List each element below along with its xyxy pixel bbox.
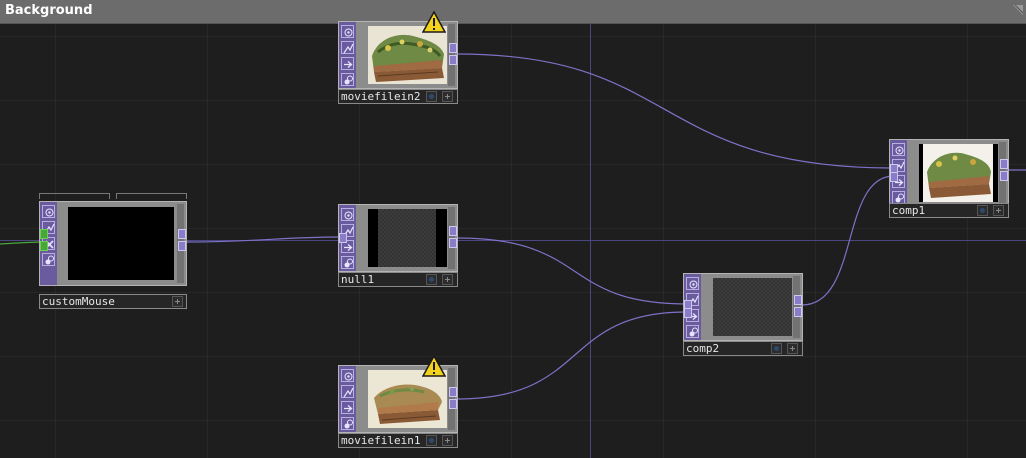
wire-comp2-to-comp1 — [801, 175, 895, 306]
output-port[interactable] — [178, 229, 186, 239]
warning-triangle-icon[interactable] — [422, 355, 446, 377]
node-name: comp2 — [686, 342, 720, 355]
node-name: null1 — [341, 273, 375, 286]
wire-moviefilein2-to-comp1 — [456, 53, 895, 169]
node-comp2[interactable]: comp2 — [683, 273, 803, 357]
output-port[interactable] — [449, 387, 457, 397]
wire-custommouse-to-null1 — [184, 236, 341, 243]
expand-plus-icon[interactable] — [787, 343, 798, 354]
node-icon-bar — [339, 22, 356, 88]
arrow-right-icon[interactable] — [341, 401, 354, 414]
network-editor[interactable]: Background moviefilein2 customMouse null… — [0, 0, 1026, 458]
node-name: moviefilein1 — [341, 434, 421, 447]
movie-thumbnail — [368, 370, 447, 428]
node-frame[interactable] — [683, 273, 803, 341]
arrow-right-icon[interactable] — [341, 57, 354, 70]
output-port[interactable] — [449, 226, 457, 236]
node-name: customMouse — [42, 295, 115, 308]
node-name-bar[interactable]: moviefilein2 — [338, 89, 458, 104]
node-name-bar[interactable]: null1 — [338, 272, 458, 287]
warning-triangle-icon[interactable] — [422, 11, 446, 33]
node-frame[interactable] — [39, 201, 187, 286]
output-port[interactable] — [449, 55, 457, 65]
movie-thumbnail — [368, 26, 447, 84]
output-port[interactable] — [449, 43, 457, 53]
viewer-icon[interactable] — [686, 277, 699, 290]
output-port[interactable] — [794, 295, 802, 305]
expand-plus-icon[interactable] — [172, 296, 183, 307]
output-port[interactable] — [449, 238, 457, 248]
input-port[interactable] — [40, 241, 48, 251]
node-name-bar[interactable]: comp1 — [889, 203, 1009, 218]
bypass-icon[interactable] — [341, 417, 354, 430]
node-name-bar[interactable]: moviefilein1 — [338, 433, 458, 448]
node-name: comp1 — [892, 204, 926, 217]
expand-plus-icon[interactable] — [442, 435, 453, 446]
custommouse-thumbnail — [68, 207, 174, 280]
comp2-thumbnail — [713, 278, 792, 336]
output-port[interactable] — [1000, 171, 1008, 181]
input-port[interactable] — [339, 233, 347, 243]
display-flag-icon[interactable] — [426, 91, 437, 102]
viewer-icon[interactable] — [341, 25, 354, 38]
wire-icon[interactable] — [341, 385, 354, 398]
comp1-thumbnail — [919, 144, 998, 202]
node-icon-bar — [339, 366, 356, 432]
bypass-icon[interactable] — [686, 325, 699, 338]
null1-thumbnail — [368, 209, 447, 267]
node-moviefilein2[interactable]: moviefilein2 — [338, 11, 458, 105]
node-name-bar[interactable]: customMouse — [39, 294, 187, 309]
node-name-bar[interactable]: comp2 — [683, 341, 803, 356]
input-port[interactable] — [890, 172, 898, 182]
wire-moviefilein1-to-comp2 — [456, 311, 688, 400]
viewer-icon[interactable] — [42, 205, 55, 218]
expand-plus-icon[interactable] — [442, 91, 453, 102]
node-frame[interactable] — [338, 204, 458, 272]
wire-icon[interactable] — [341, 41, 354, 54]
node-name: moviefilein2 — [341, 90, 421, 103]
node-top-stub — [116, 193, 187, 199]
input-port[interactable] — [684, 308, 692, 318]
viewer-icon[interactable] — [341, 369, 354, 382]
transparent-checker — [378, 209, 436, 267]
node-null1[interactable]: null1 — [338, 204, 458, 288]
output-port[interactable] — [178, 241, 186, 251]
bypass-icon[interactable] — [341, 73, 354, 86]
output-port[interactable] — [794, 307, 802, 317]
output-port[interactable] — [1000, 159, 1008, 169]
bypass-icon[interactable] — [341, 256, 354, 269]
viewer-icon[interactable] — [341, 208, 354, 221]
display-flag-icon[interactable] — [426, 435, 437, 446]
output-port[interactable] — [449, 399, 457, 409]
display-flag-icon[interactable] — [771, 343, 782, 354]
expand-plus-icon[interactable] — [442, 274, 453, 285]
node-moviefilein1[interactable]: moviefilein1 — [338, 355, 458, 449]
viewer-icon[interactable] — [892, 143, 905, 156]
bypass-icon[interactable] — [42, 253, 55, 266]
display-flag-icon[interactable] — [977, 205, 988, 216]
node-comp1[interactable]: comp1 — [889, 139, 1009, 223]
input-port[interactable] — [40, 229, 48, 239]
expand-plus-icon[interactable] — [993, 205, 1004, 216]
node-custommouse[interactable]: customMouse — [39, 193, 187, 311]
display-flag-icon[interactable] — [426, 274, 437, 285]
node-frame[interactable] — [889, 139, 1009, 207]
wire-input-to-custommouse — [0, 241, 45, 245]
node-top-stub — [39, 193, 110, 199]
wire-null1-to-comp2 — [456, 237, 688, 305]
